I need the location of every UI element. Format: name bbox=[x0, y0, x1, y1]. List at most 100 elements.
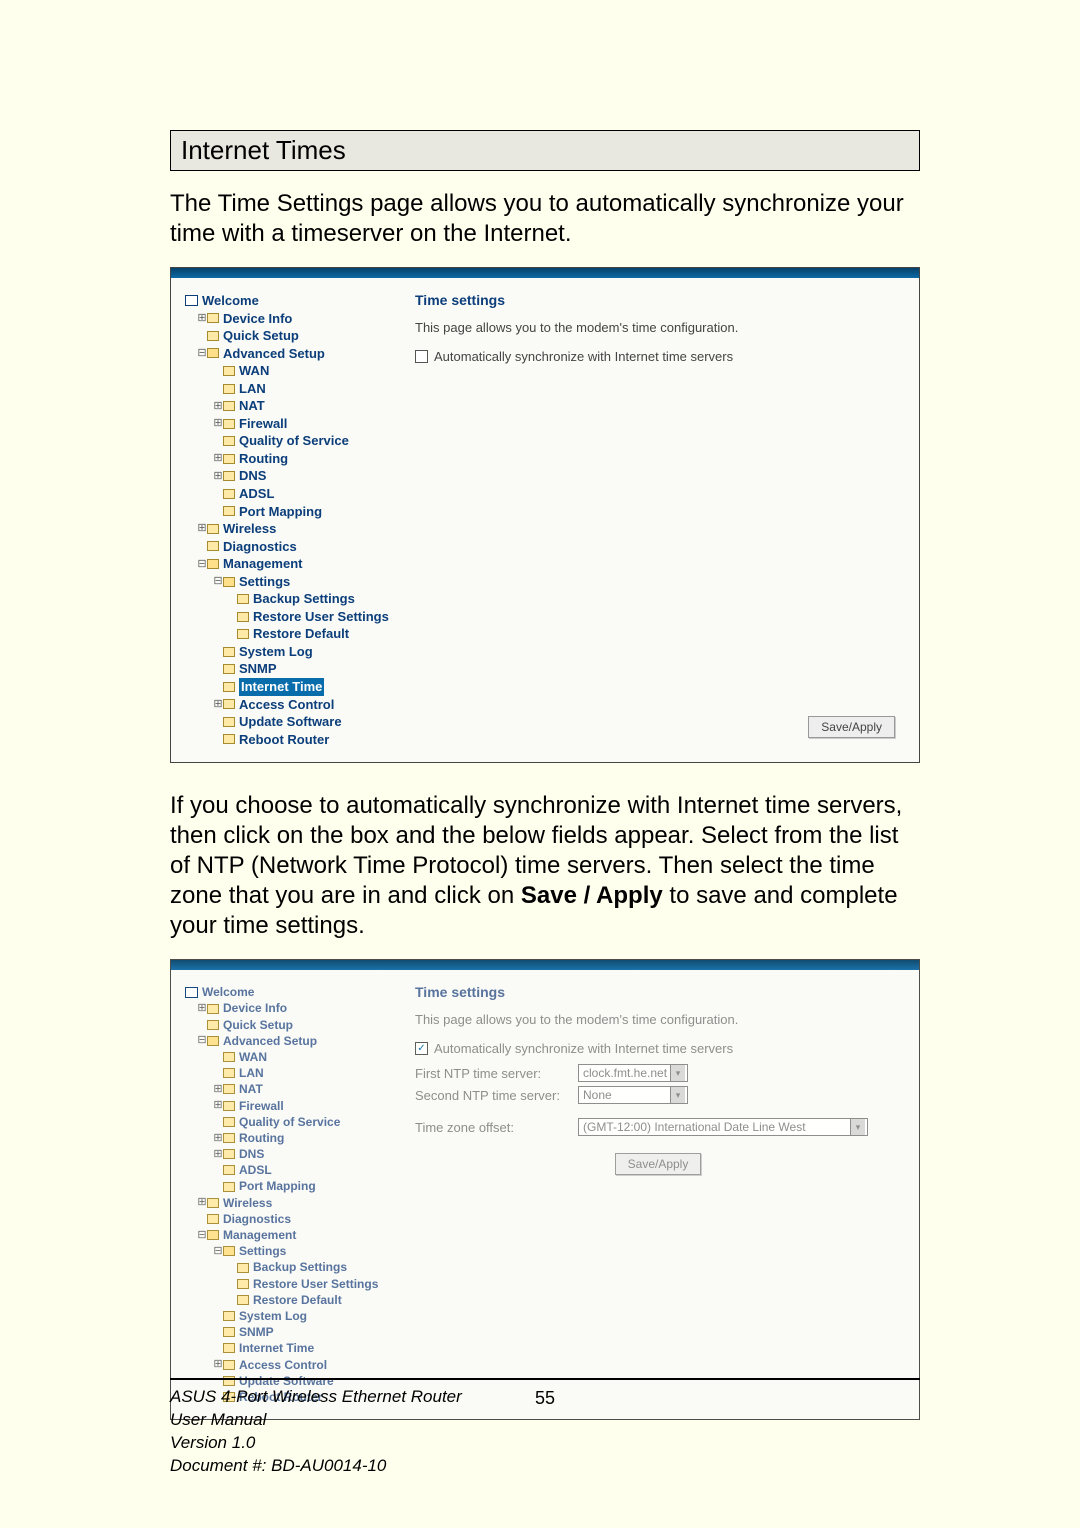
mid-text-bold: Save / Apply bbox=[521, 882, 663, 909]
folder-icon bbox=[237, 629, 249, 639]
collapse-icon[interactable]: ⊟ bbox=[197, 1033, 207, 1048]
expand-icon[interactable]: ⊞ bbox=[213, 1082, 223, 1097]
folder-icon bbox=[223, 489, 235, 499]
expand-icon[interactable]: ⊞ bbox=[213, 1147, 223, 1162]
folder-icon bbox=[223, 1068, 235, 1078]
collapse-icon[interactable]: ⊟ bbox=[197, 557, 207, 572]
tree-internet-time[interactable]: Internet Time bbox=[185, 1340, 385, 1356]
content-pane: Time settings This page allows you to th… bbox=[415, 984, 901, 1405]
tree-nat[interactable]: ⊞NAT bbox=[185, 397, 385, 415]
tree-update-sw[interactable]: Update Software bbox=[185, 713, 385, 731]
nav-tree: Welcome ⊞Device Info Quick Setup ⊟Advanc… bbox=[185, 292, 385, 748]
tree-management[interactable]: ⊟Management bbox=[185, 555, 385, 573]
tz-select[interactable]: (GMT-12:00) International Date Line West bbox=[578, 1118, 868, 1136]
tree-qos[interactable]: Quality of Service bbox=[185, 432, 385, 450]
folder-open-icon bbox=[207, 1036, 219, 1046]
tree-snmp[interactable]: SNMP bbox=[185, 660, 385, 678]
expand-icon[interactable]: ⊞ bbox=[197, 311, 207, 326]
collapse-icon[interactable]: ⊟ bbox=[197, 1228, 207, 1243]
expand-icon[interactable]: ⊞ bbox=[213, 399, 223, 414]
tree-diagnostics[interactable]: Diagnostics bbox=[185, 538, 385, 556]
tree-routing[interactable]: ⊞Routing bbox=[185, 450, 385, 468]
collapse-icon[interactable]: ⊟ bbox=[197, 346, 207, 361]
auto-sync-checkbox[interactable]: ✓ bbox=[415, 1042, 428, 1055]
folder-open-icon bbox=[223, 577, 235, 587]
expand-icon[interactable]: ⊞ bbox=[213, 1131, 223, 1146]
tree-wan[interactable]: WAN bbox=[185, 362, 385, 380]
tree-dns[interactable]: ⊞DNS bbox=[185, 1146, 385, 1162]
save-apply-button[interactable]: Save/Apply bbox=[808, 716, 895, 738]
app-icon bbox=[185, 295, 198, 306]
tree-device-info[interactable]: ⊞Device Info bbox=[185, 310, 385, 328]
tree-access-control[interactable]: ⊞Access Control bbox=[185, 1357, 385, 1373]
expand-icon[interactable]: ⊞ bbox=[197, 521, 207, 536]
tree-access-control[interactable]: ⊞Access Control bbox=[185, 696, 385, 714]
tree-welcome[interactable]: Welcome bbox=[185, 984, 385, 1000]
expand-icon[interactable]: ⊞ bbox=[213, 697, 223, 712]
tree-advanced-setup[interactable]: ⊟Advanced Setup bbox=[185, 345, 385, 363]
tree-dns[interactable]: ⊞DNS bbox=[185, 467, 385, 485]
tree-system-log[interactable]: System Log bbox=[185, 1308, 385, 1324]
tree-qos[interactable]: Quality of Service bbox=[185, 1114, 385, 1130]
collapse-icon[interactable]: ⊟ bbox=[213, 574, 223, 589]
save-apply-button[interactable]: Save/Apply bbox=[615, 1153, 702, 1175]
tree-internet-time[interactable]: Internet Time bbox=[185, 678, 385, 696]
tree-port-mapping[interactable]: Port Mapping bbox=[185, 1178, 385, 1194]
app-icon bbox=[185, 987, 198, 998]
screenshot-1: Welcome ⊞Device Info Quick Setup ⊟Advanc… bbox=[170, 267, 920, 763]
tree-device-info[interactable]: ⊞Device Info bbox=[185, 1000, 385, 1016]
expand-icon[interactable]: ⊞ bbox=[213, 451, 223, 466]
tree-settings[interactable]: ⊟Settings bbox=[185, 1243, 385, 1259]
expand-icon[interactable]: ⊞ bbox=[197, 1001, 207, 1016]
tree-lan[interactable]: LAN bbox=[185, 1065, 385, 1081]
expand-icon[interactable]: ⊞ bbox=[213, 1098, 223, 1113]
tree-nat[interactable]: ⊞NAT bbox=[185, 1081, 385, 1097]
tree-firewall[interactable]: ⊞Firewall bbox=[185, 415, 385, 433]
tree-backup[interactable]: Backup Settings bbox=[185, 590, 385, 608]
tree-advanced-setup[interactable]: ⊟Advanced Setup bbox=[185, 1033, 385, 1049]
expand-icon[interactable]: ⊞ bbox=[213, 416, 223, 431]
tree-snmp[interactable]: SNMP bbox=[185, 1324, 385, 1340]
folder-icon bbox=[223, 1149, 235, 1159]
expand-icon[interactable]: ⊞ bbox=[213, 1357, 223, 1372]
expand-icon[interactable]: ⊞ bbox=[213, 469, 223, 484]
folder-icon bbox=[223, 401, 235, 411]
auto-sync-checkbox[interactable] bbox=[415, 350, 428, 363]
tree-restore-user[interactable]: Restore User Settings bbox=[185, 608, 385, 626]
tree-quick-setup[interactable]: Quick Setup bbox=[185, 1017, 385, 1033]
second-ntp-select[interactable]: None bbox=[578, 1086, 688, 1104]
tree-system-log[interactable]: System Log bbox=[185, 643, 385, 661]
folder-icon bbox=[223, 1343, 235, 1353]
collapse-icon[interactable]: ⊟ bbox=[213, 1244, 223, 1259]
folder-icon bbox=[223, 506, 235, 516]
tree-port-mapping[interactable]: Port Mapping bbox=[185, 503, 385, 521]
tree-reboot[interactable]: Reboot Router bbox=[185, 731, 385, 749]
folder-icon bbox=[237, 1263, 249, 1273]
footer-line4: Document #: BD-AU0014-10 bbox=[170, 1455, 920, 1478]
folder-icon bbox=[223, 664, 235, 674]
tree-wireless[interactable]: ⊞Wireless bbox=[185, 1195, 385, 1211]
tree-adsl[interactable]: ADSL bbox=[185, 1162, 385, 1178]
tree-restore-user[interactable]: Restore User Settings bbox=[185, 1276, 385, 1292]
tree-wan[interactable]: WAN bbox=[185, 1049, 385, 1065]
nav-tree: Welcome ⊞Device Info Quick Setup ⊟Advanc… bbox=[185, 984, 385, 1405]
tree-settings[interactable]: ⊟Settings bbox=[185, 573, 385, 591]
tree-quick-setup[interactable]: Quick Setup bbox=[185, 327, 385, 345]
tree-restore-default[interactable]: Restore Default bbox=[185, 1292, 385, 1308]
expand-icon[interactable]: ⊞ bbox=[197, 1195, 207, 1210]
folder-icon bbox=[223, 1165, 235, 1175]
first-ntp-select[interactable]: clock.fmt.he.net bbox=[578, 1064, 688, 1082]
tree-management[interactable]: ⊟Management bbox=[185, 1227, 385, 1243]
tree-backup[interactable]: Backup Settings bbox=[185, 1259, 385, 1275]
tree-adsl[interactable]: ADSL bbox=[185, 485, 385, 503]
tree-wireless[interactable]: ⊞Wireless bbox=[185, 520, 385, 538]
screenshot-topbar bbox=[171, 960, 919, 970]
tree-routing[interactable]: ⊞Routing bbox=[185, 1130, 385, 1146]
folder-icon bbox=[237, 1279, 249, 1289]
tree-lan[interactable]: LAN bbox=[185, 380, 385, 398]
tree-welcome[interactable]: Welcome bbox=[185, 292, 385, 310]
tree-firewall[interactable]: ⊞Firewall bbox=[185, 1098, 385, 1114]
tree-restore-default[interactable]: Restore Default bbox=[185, 625, 385, 643]
tree-diagnostics[interactable]: Diagnostics bbox=[185, 1211, 385, 1227]
folder-icon bbox=[237, 612, 249, 622]
